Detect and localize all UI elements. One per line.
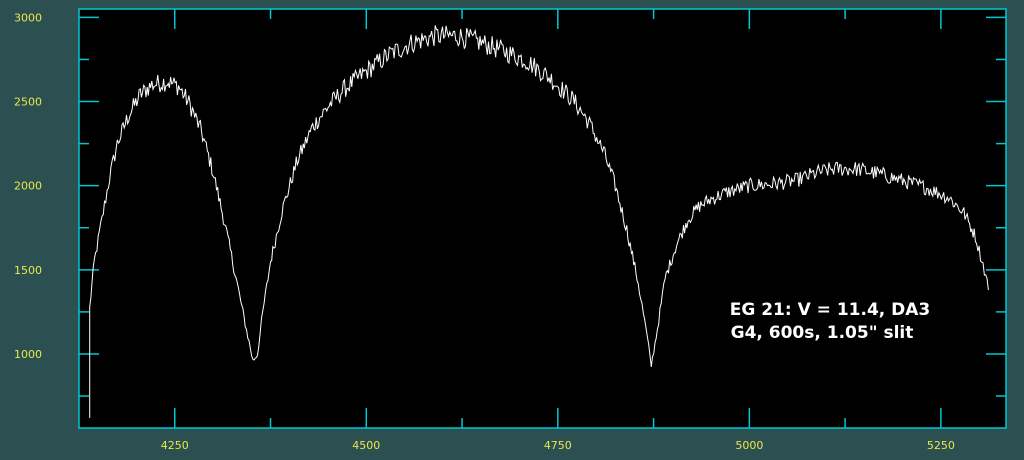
spectrum-chart: 4250 4500 4750 5000 5250 1000 1500 2000 2500 300… [14,8,1007,452]
y-tick-label-3000: 3000 [14,11,42,24]
x-tick-label-5250: 5250 [927,439,955,452]
y-tick-label-1500: 1500 [14,264,42,277]
x-tick-label-4500: 4500 [352,439,380,452]
y-tick-label-2000: 2000 [14,180,42,193]
x-axis-tick-labels: 4250 4500 4750 5000 5250 [161,439,955,452]
y-axis-tick-labels: 1000 1500 2000 2500 3000 [14,11,42,361]
plot-area [79,9,1006,428]
x-tick-label-5000: 5000 [735,439,763,452]
x-tick-label-4750: 4750 [544,439,572,452]
x-tick-label-4250: 4250 [161,439,189,452]
y-tick-label-1000: 1000 [14,348,42,361]
y-tick-label-2500: 2500 [14,96,42,109]
annotation-line-1: EG 21: V = 11.4, DA3 [730,300,931,320]
annotation-line-2: G4, 600s, 1.05" slit [731,323,914,343]
